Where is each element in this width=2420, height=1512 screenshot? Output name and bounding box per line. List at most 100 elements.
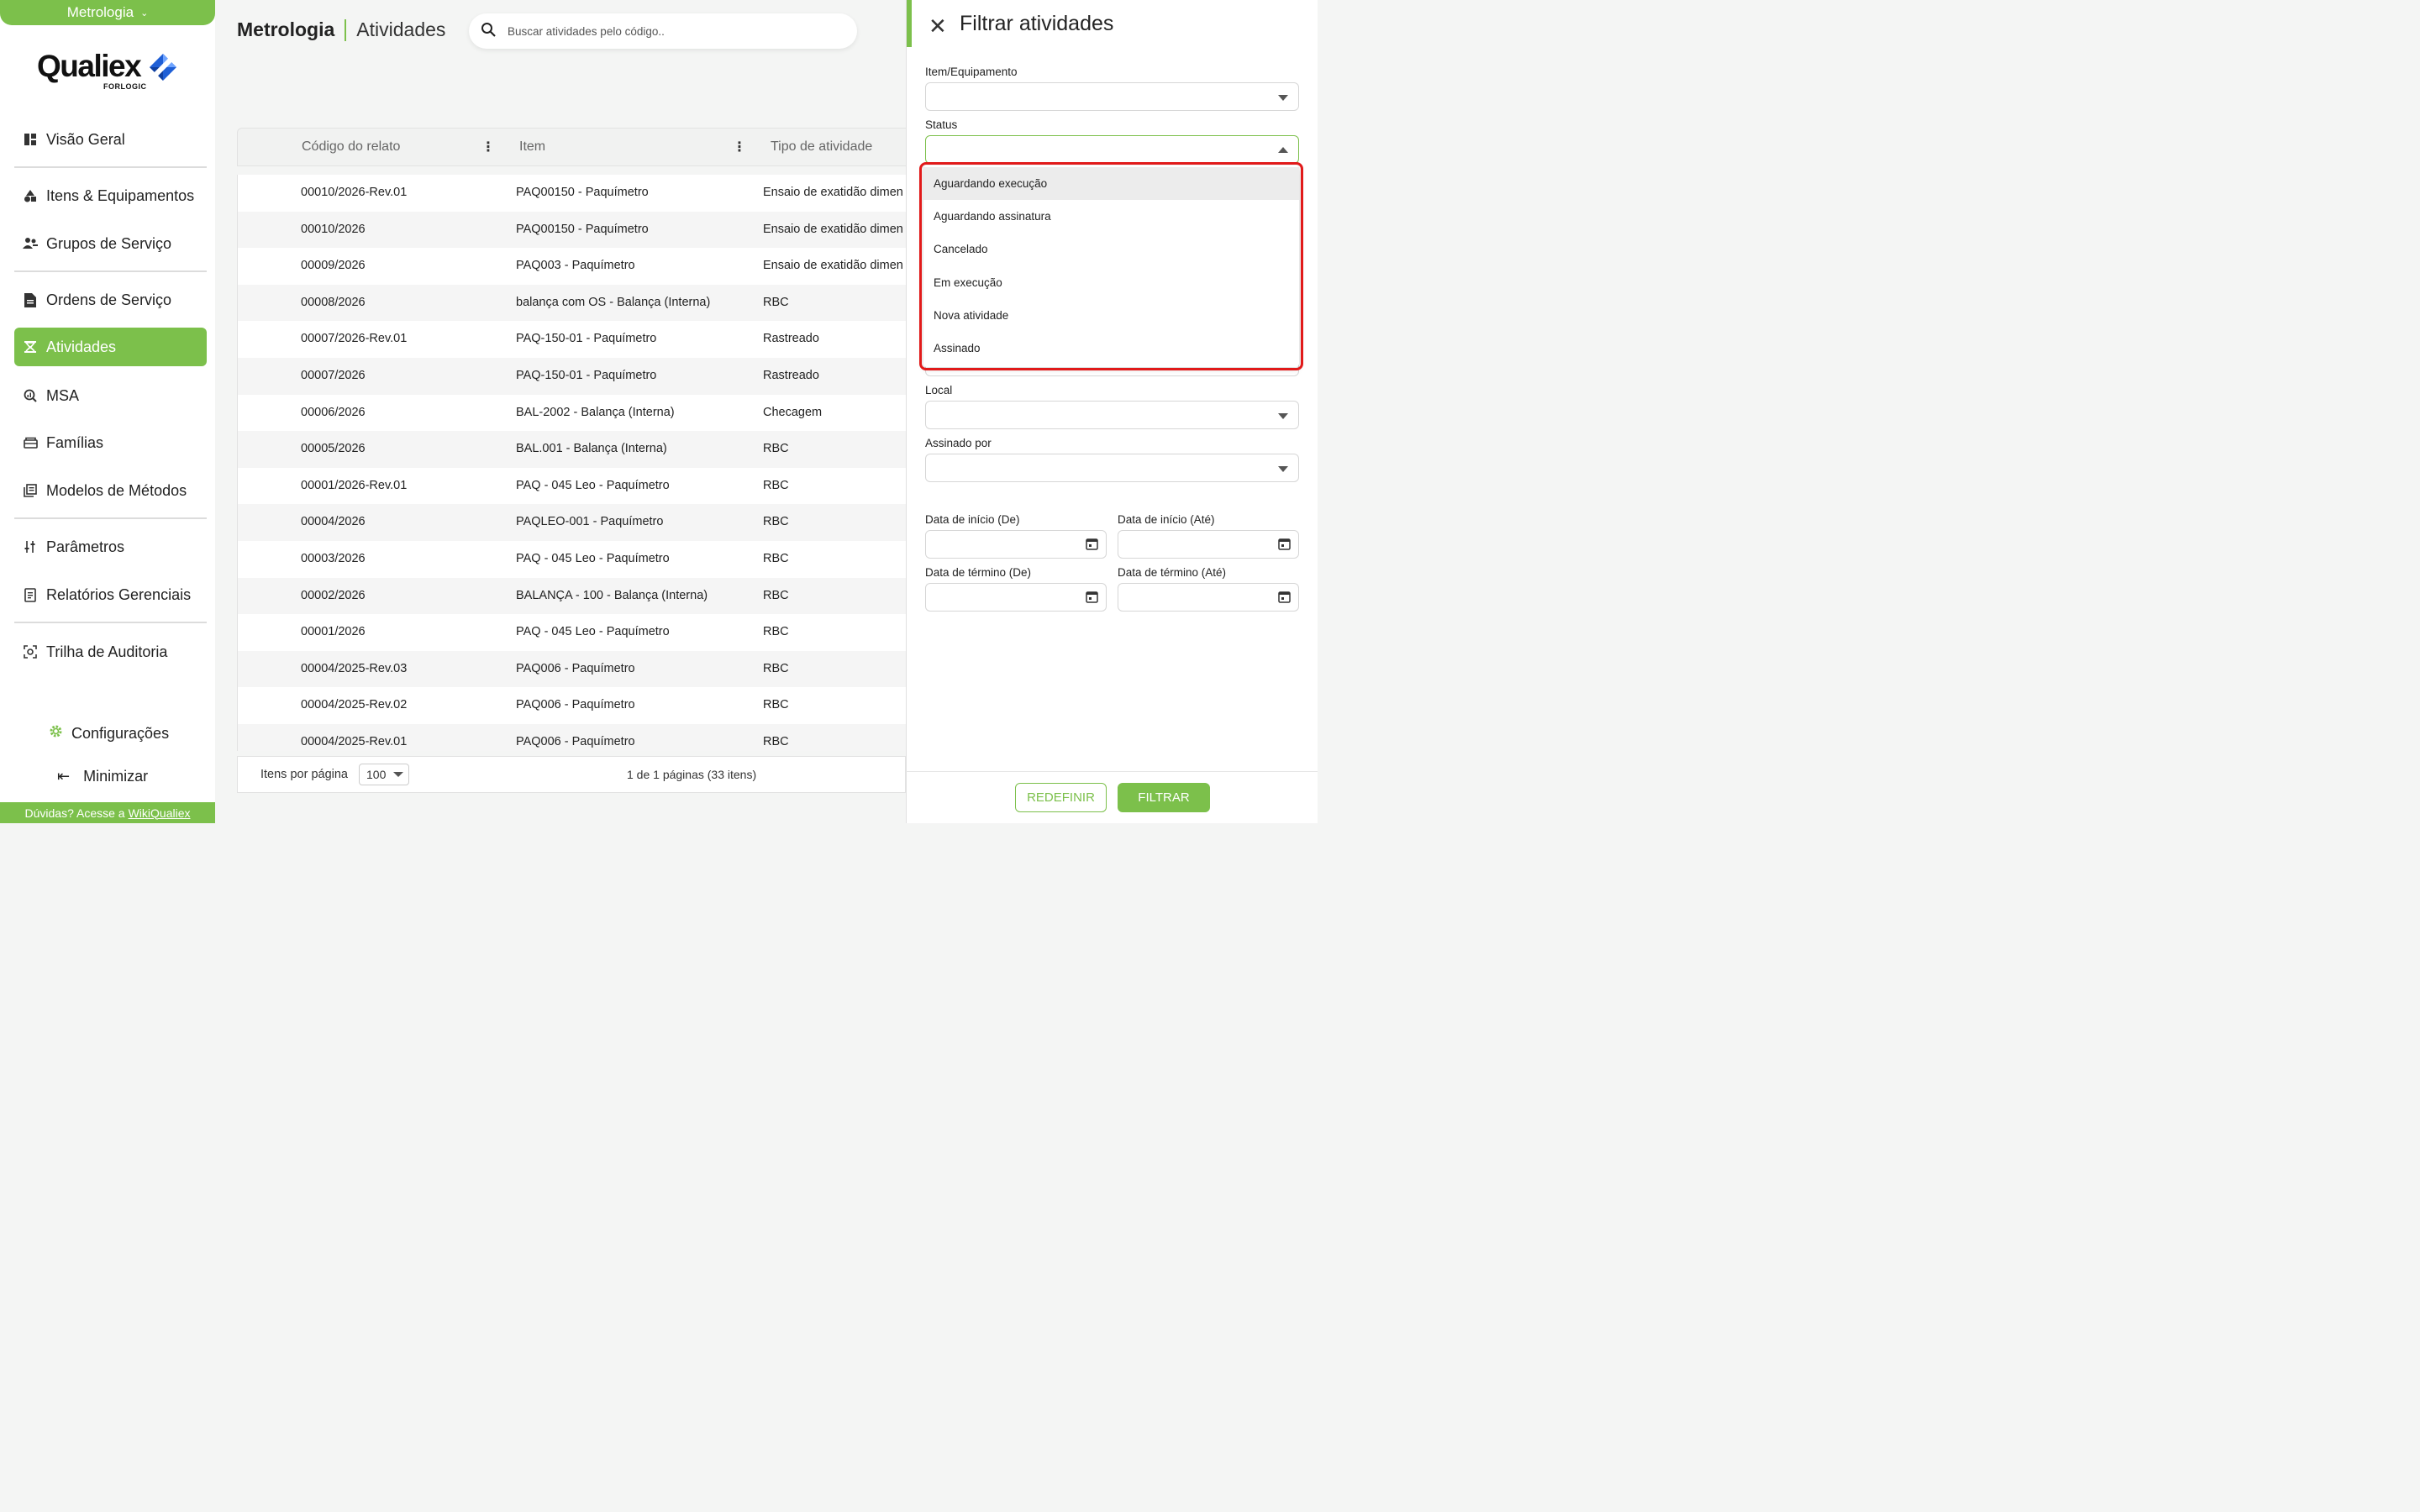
sidebar-item-ordens-servico[interactable]: Ordens de Serviço [14, 281, 207, 319]
cell-codigo: 00007/2026 [301, 369, 366, 382]
settings-label: Configurações [71, 724, 170, 742]
calendar-icon[interactable] [1086, 538, 1098, 554]
help-bar: Dúvidas? Acesse a WikiQualiex [0, 802, 215, 823]
table-row[interactable]: 00005/2026 BAL.001 - Balança (Interna) RBC [238, 431, 906, 468]
minimize-button[interactable]: ⇤ Minimizar [57, 768, 148, 785]
cell-item: PAQ - 045 Leo - Paquímetro [516, 625, 670, 639]
close-icon[interactable]: ✕ [929, 13, 947, 39]
cell-item: PAQ-150-01 - Paquímetro [516, 369, 657, 382]
shapes-icon [23, 188, 38, 203]
report-icon [23, 587, 38, 602]
status-option[interactable]: Aguardando execução [923, 167, 1299, 200]
sidebar-item-familias[interactable]: Famílias [14, 423, 207, 462]
column-header-item[interactable]: Item [519, 139, 545, 155]
status-dropdown: Aguardando execução Aguardando assinatura… [923, 165, 1299, 367]
sidebar-item-label: Parâmetros [46, 538, 125, 555]
table-row[interactable]: 00010/2026-Rev.01 PAQ00150 - Paquímetro En… [238, 175, 906, 212]
cell-tipo: RBC [763, 588, 789, 602]
cell-codigo: 00010/2026-Rev.01 [301, 186, 408, 199]
start-to-date[interactable] [1118, 530, 1299, 559]
cell-item: PAQ - 045 Leo - Paquímetro [516, 478, 670, 492]
divider [14, 270, 207, 272]
table-row[interactable]: 00004/2025-Rev.01 PAQ006 - Paquímetro RBC [238, 724, 906, 751]
table-row[interactable]: 00009/2026 PAQ003 - Paquímetro Ensaio de e… [238, 248, 906, 285]
table-row[interactable]: 00007/2026 PAQ-150-01 - Paquímetro Rastrea… [238, 358, 906, 395]
column-header-tipo[interactable]: Tipo de atividade [771, 139, 872, 155]
table-row[interactable]: 00007/2026-Rev.01 PAQ-150-01 - Paquímetro… [238, 321, 906, 358]
column-header-codigo[interactable]: Código do relato [302, 139, 400, 155]
column-menu-icon[interactable]: ⋮ [481, 139, 495, 155]
table-row[interactable]: 00006/2026 BAL-2002 - Balança (Interna) Ch… [238, 395, 906, 432]
cell-tipo: Ensaio de exatidão dimen [763, 222, 903, 236]
filter-button[interactable]: FILTRAR [1118, 783, 1210, 812]
library-icon [23, 483, 38, 498]
calendar-icon[interactable] [1278, 591, 1291, 607]
settings-link[interactable]: Configurações [49, 724, 169, 743]
sidebar-item-visao-geral[interactable]: Visão Geral [14, 120, 207, 159]
sidebar-item-label: MSA [46, 386, 80, 404]
module-switcher-label: Metrologia [66, 4, 134, 20]
status-option[interactable]: Em execução [923, 266, 1299, 299]
sidebar-item-itens-equipamentos[interactable]: Itens & Equipamentos [14, 176, 207, 215]
table-row[interactable]: 00004/2025-Rev.03 PAQ006 - Paquímetro RBC [238, 650, 906, 688]
cell-codigo: 00009/2026 [301, 259, 366, 273]
table-row[interactable]: 00001/2026-Rev.01 PAQ - 045 Leo - Paquíme… [238, 468, 906, 505]
status-option[interactable]: Assinado [923, 332, 1299, 365]
table-row[interactable]: 00003/2026 PAQ - 045 Leo - Paquímetro RBC [238, 541, 906, 578]
start-to-label: Data de início (Até) [1118, 513, 1215, 526]
cell-tipo: Ensaio de exatidão dimen [763, 259, 903, 273]
calendar-icon[interactable] [1278, 538, 1291, 554]
sidebar-item-relatorios[interactable]: Relatórios Gerenciais [14, 575, 207, 614]
cell-tipo: Ensaio de exatidão dimen [763, 186, 903, 199]
end-from-label: Data de término (De) [925, 566, 1032, 579]
sidebar-item-atividades[interactable]: Atividades [14, 328, 207, 366]
cell-codigo: 00010/2026 [301, 222, 366, 236]
calendar-icon[interactable] [1086, 591, 1098, 607]
sidebar-item-modelos-metodos[interactable]: Modelos de Métodos [14, 471, 207, 510]
reset-button[interactable]: REDEFINIR [1015, 783, 1107, 812]
wiki-link[interactable]: WikiQualiex [129, 806, 191, 820]
local-select[interactable] [925, 401, 1299, 429]
table-row[interactable]: 00010/2026 PAQ00150 - Paquímetro Ensaio de… [238, 211, 906, 249]
status-select[interactable] [925, 135, 1299, 164]
start-from-date[interactable] [925, 530, 1107, 559]
module-switcher[interactable]: Metrologia ⌄ [0, 0, 215, 25]
sidebar-item-trilha-auditoria[interactable]: Trilha de Auditoria [14, 633, 207, 671]
table-row[interactable]: 00004/2025-Rev.02 PAQ006 - Paquímetro RBC [238, 687, 906, 724]
collapse-left-icon: ⇤ [57, 768, 71, 785]
sidebar-item-parametros[interactable]: Parâmetros [14, 528, 207, 566]
search-input[interactable] [508, 24, 827, 38]
items-per-page-select[interactable]: 100 [359, 764, 409, 785]
assinado-por-select[interactable] [925, 454, 1299, 482]
chevron-up-icon [1278, 147, 1288, 153]
sidebar-item-grupos-servico[interactable]: Grupos de Serviço [14, 224, 207, 263]
item-equipamento-select[interactable] [925, 82, 1299, 111]
cell-codigo: 00001/2026-Rev.01 [301, 478, 408, 492]
cell-tipo: RBC [763, 515, 789, 529]
group-icon [23, 236, 38, 251]
end-from-date[interactable] [925, 583, 1107, 612]
divider [14, 166, 207, 168]
cell-item: PAQ00150 - Paquímetro [516, 186, 649, 199]
cell-codigo: 00004/2025-Rev.03 [301, 661, 408, 675]
cell-tipo: Rastreado [763, 369, 819, 382]
table-footer: Itens por página 100 1 de 1 páginas (33 … [237, 756, 906, 793]
cell-codigo: 00005/2026 [301, 442, 366, 456]
column-menu-icon[interactable]: ⋮ [733, 139, 746, 155]
status-option[interactable]: Aguardando assinatura [923, 200, 1299, 233]
sidebar-item-msa[interactable]: MSA [14, 376, 207, 415]
sidebar-item-label: Ordens de Serviço [46, 291, 172, 308]
status-option[interactable]: Cancelado [923, 233, 1299, 265]
table-header: Código do relato ⋮ Item ⋮ Tipo de ativid… [237, 128, 909, 166]
table-row[interactable]: 00001/2026 PAQ - 045 Leo - Paquímetro RBC [238, 614, 906, 651]
chevron-down-icon [1278, 95, 1288, 101]
end-to-date[interactable] [1118, 583, 1299, 612]
cell-codigo: 00004/2026 [301, 515, 366, 529]
folder-icon [23, 435, 38, 450]
table-row[interactable]: 00004/2026 PAQLEO-001 - Paquímetro RBC [238, 504, 906, 541]
status-option[interactable]: Nova atividade [923, 299, 1299, 332]
table-row[interactable]: 00008/2026 balança com OS - Balança (Inte… [238, 284, 906, 322]
table-row[interactable]: 00002/2026 BALANÇA - 100 - Balança (Inter… [238, 577, 906, 615]
logo-wordmark: Qualiex [37, 49, 142, 83]
divider [906, 771, 1318, 772]
